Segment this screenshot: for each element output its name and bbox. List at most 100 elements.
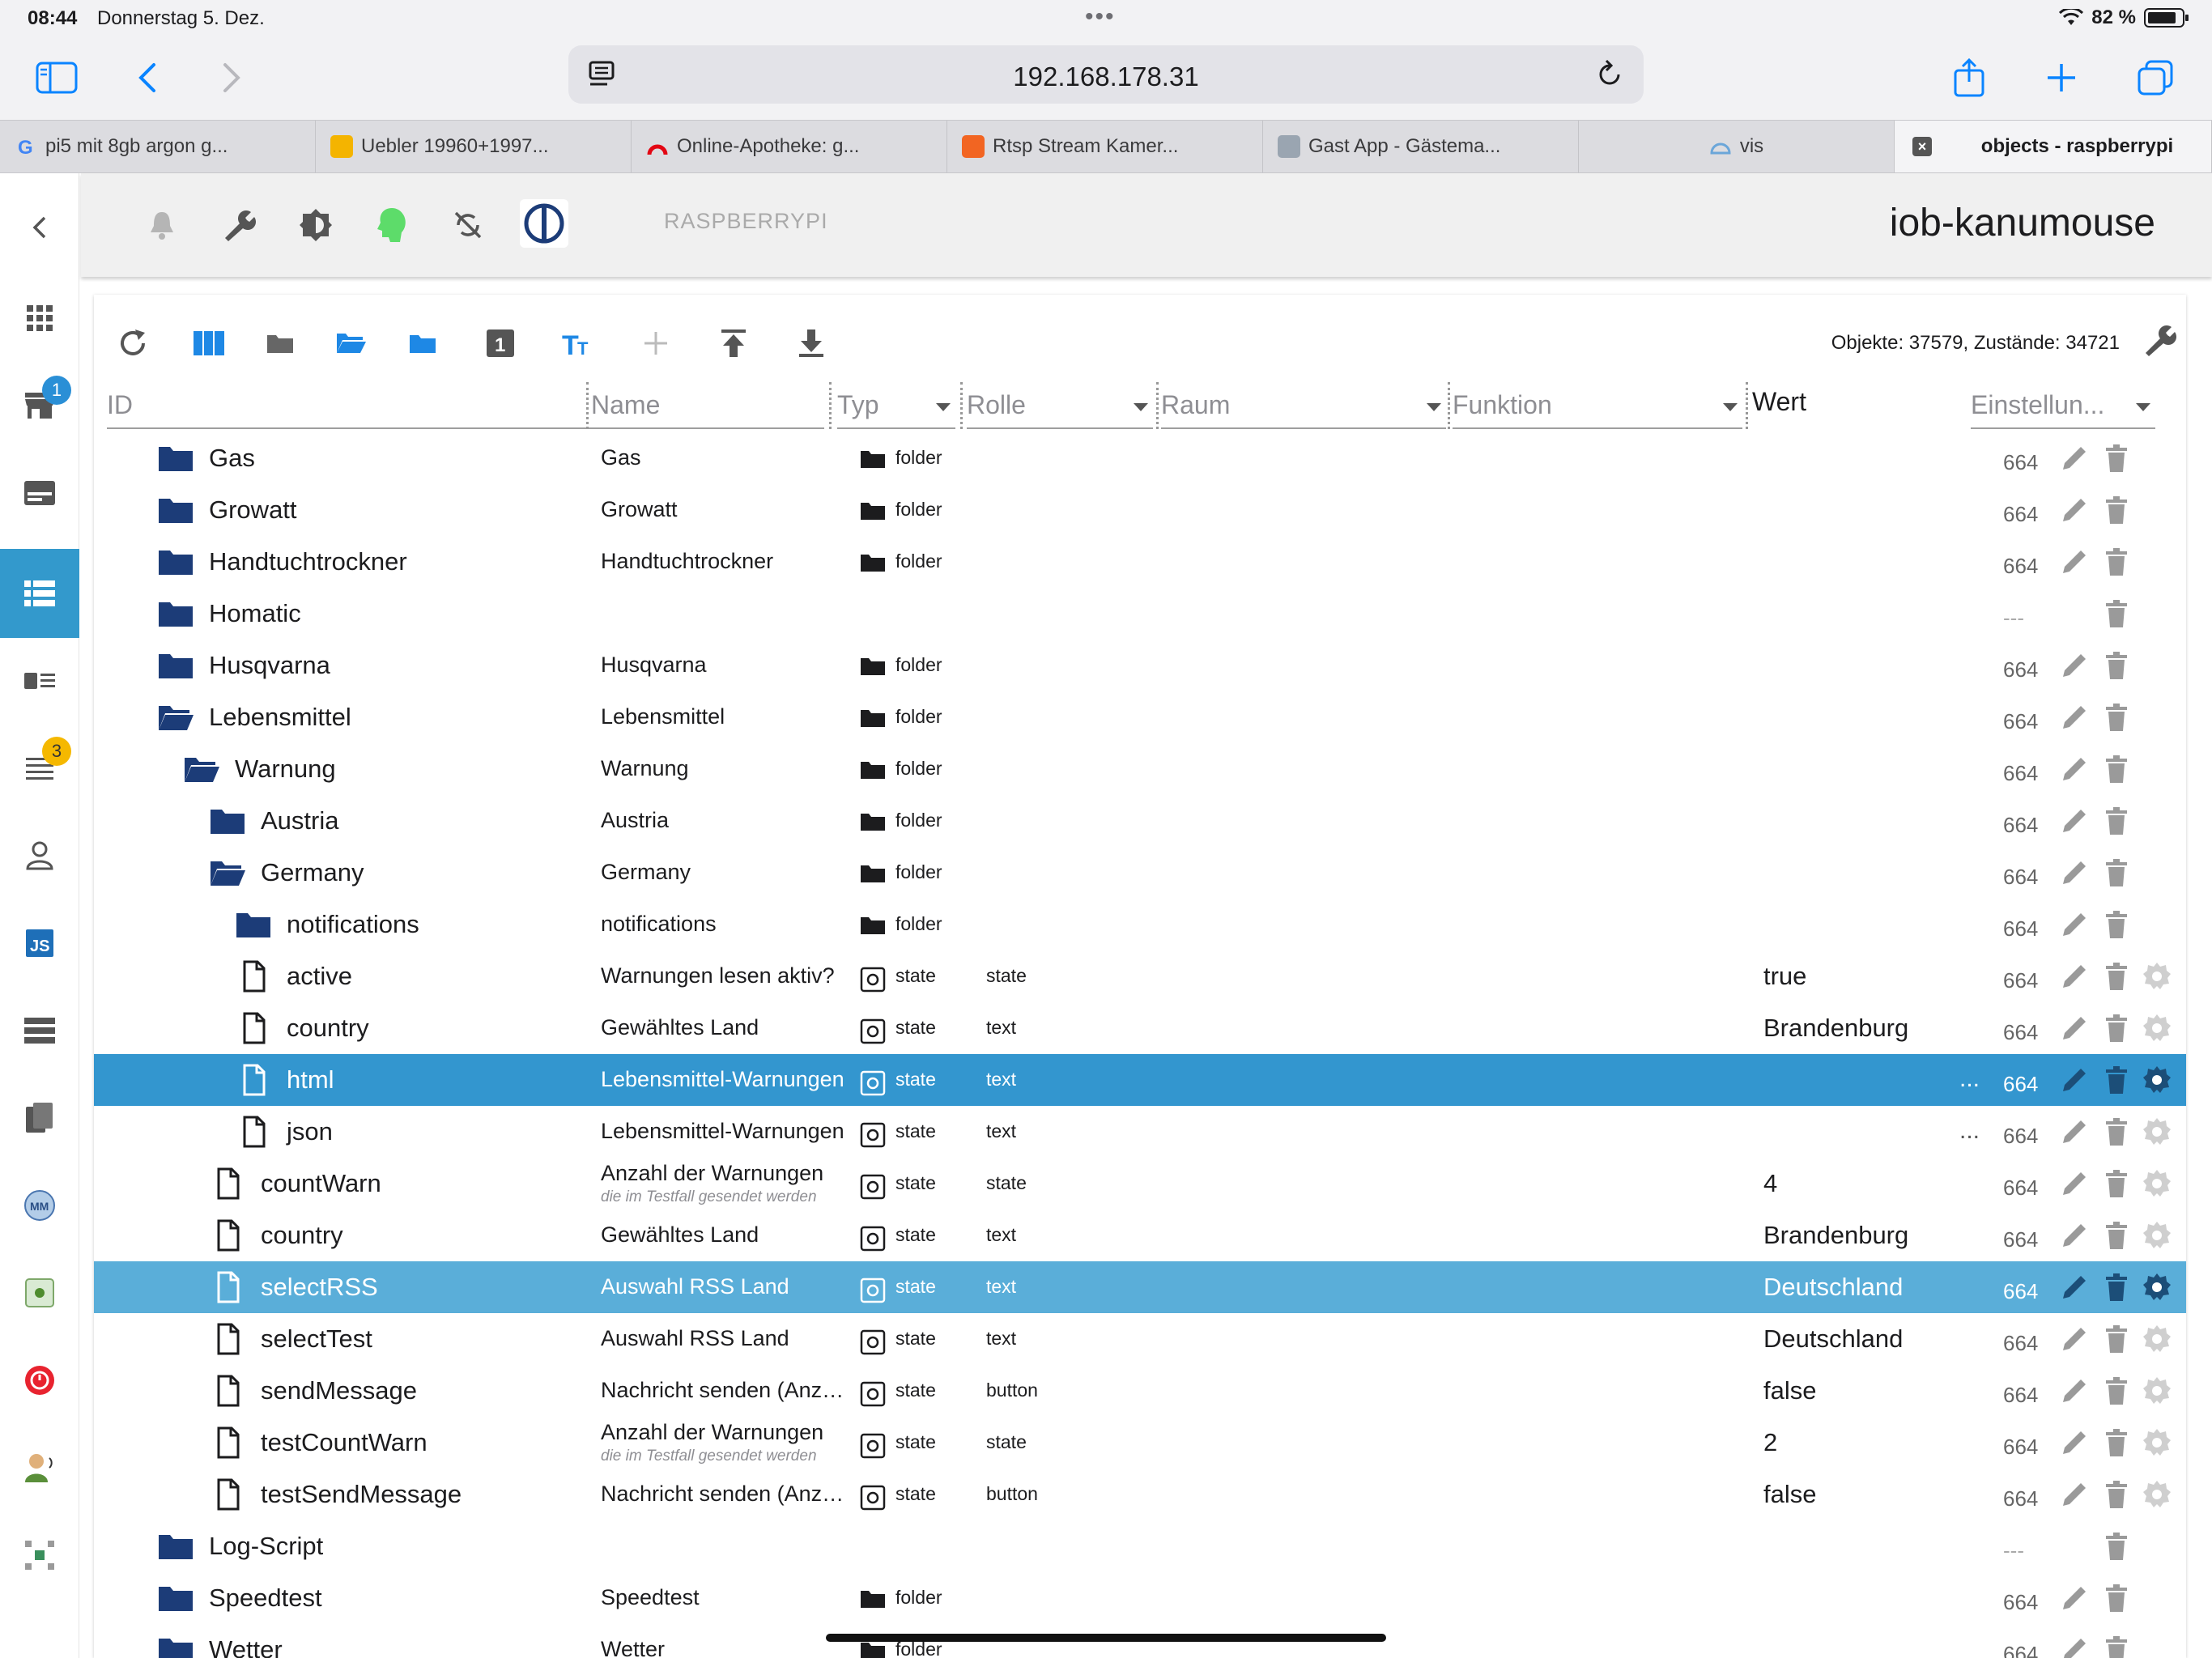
columns-icon[interactable] xyxy=(185,319,233,368)
object-acl[interactable]: 664 xyxy=(2003,1072,2038,1097)
folder-icon[interactable] xyxy=(157,442,194,474)
delete-icon[interactable] xyxy=(2102,651,2131,680)
gear-icon[interactable] xyxy=(2142,1324,2172,1354)
folder-open-icon[interactable] xyxy=(209,857,246,889)
object-acl[interactable]: 664 xyxy=(2003,450,2038,475)
delete-icon[interactable] xyxy=(2102,1428,2131,1457)
object-acl[interactable]: 664 xyxy=(2003,1486,2038,1511)
object-acl[interactable]: 664 xyxy=(2003,1227,2038,1252)
folder-icon[interactable] xyxy=(235,908,272,941)
object-acl[interactable]: 664 xyxy=(2003,1331,2038,1356)
delete-icon[interactable] xyxy=(2102,1014,2131,1043)
object-acl[interactable]: 664 xyxy=(2003,968,2038,993)
address-bar[interactable]: 192.168.178.31 xyxy=(568,45,1644,104)
browser-tab-5[interactable]: Gast App - Gästema... xyxy=(1263,121,1579,172)
gear-icon[interactable] xyxy=(2142,1014,2172,1043)
edit-icon[interactable] xyxy=(2060,1480,2089,1509)
table-row[interactable]: Growatt Growatt folder 664 xyxy=(94,484,2186,536)
sidebar-item-files[interactable] xyxy=(0,1073,79,1163)
object-id[interactable]: Warnung xyxy=(235,755,336,784)
chevron-down-icon[interactable] xyxy=(1723,403,1738,411)
object-id[interactable]: Lebensmittel xyxy=(209,703,351,732)
edit-icon[interactable] xyxy=(2060,495,2089,525)
object-value[interactable]: true xyxy=(1763,962,1806,991)
folder-icon[interactable] xyxy=(157,494,194,526)
sidebar-toggle-icon[interactable] xyxy=(32,53,81,102)
sidebar-item-backup[interactable] xyxy=(0,1336,79,1425)
delete-icon[interactable] xyxy=(2102,755,2131,784)
delete-icon[interactable] xyxy=(2102,1376,2131,1405)
browser-tab-3[interactable]: Online-Apotheke: g... xyxy=(632,121,947,172)
delete-icon[interactable] xyxy=(2102,1635,2131,1658)
column-value[interactable]: Wert xyxy=(1752,376,1898,429)
chevron-down-icon[interactable] xyxy=(1427,403,1441,411)
add-object-icon[interactable] xyxy=(632,319,680,368)
object-acl[interactable]: --- xyxy=(2003,1538,2024,1563)
object-id[interactable]: html xyxy=(287,1065,334,1095)
edit-icon[interactable] xyxy=(2060,858,2089,887)
delete-icon[interactable] xyxy=(2102,1480,2131,1509)
object-id[interactable]: sendMessage xyxy=(261,1376,417,1405)
browser-tab-1[interactable]: G pi5 mit 8gb argon g... xyxy=(0,121,316,172)
depth-level-icon[interactable]: 1 xyxy=(476,319,525,368)
delete-icon[interactable] xyxy=(2102,547,2131,576)
delete-icon[interactable] xyxy=(2102,444,2131,473)
sidebar-item-logs[interactable]: 3 xyxy=(0,724,79,813)
object-acl[interactable]: 664 xyxy=(2003,1590,2038,1615)
column-id[interactable]: ID xyxy=(107,376,593,429)
table-row[interactable]: Germany Germany folder 664 xyxy=(94,847,2186,899)
delete-icon[interactable] xyxy=(2102,1065,2131,1095)
object-acl[interactable]: 664 xyxy=(2003,1642,2038,1658)
browser-tab-active[interactable]: × objects - raspberrypi xyxy=(1895,121,2212,172)
edit-icon[interactable] xyxy=(2060,1065,2089,1095)
table-row[interactable]: Austria Austria folder 664 xyxy=(94,795,2186,847)
gear-icon[interactable] xyxy=(2142,1065,2172,1095)
table-row[interactable]: selectTest Auswahl RSS Land state text Deuts… xyxy=(94,1313,2186,1365)
gear-icon[interactable] xyxy=(2142,1117,2172,1146)
sidebar-item-enums[interactable] xyxy=(0,636,79,725)
column-function[interactable]: Funktion xyxy=(1453,376,1742,429)
column-resizer[interactable] xyxy=(829,382,832,429)
sidebar-item-iot[interactable] xyxy=(0,1248,79,1337)
table-row[interactable]: countWarn Anzahl der Warnungen die im Test… xyxy=(94,1158,2186,1209)
share-icon[interactable] xyxy=(1945,53,1993,102)
object-id[interactable]: Austria xyxy=(261,806,338,835)
edit-icon[interactable] xyxy=(2060,703,2089,732)
sidebar-item-mama[interactable]: MM xyxy=(0,1161,79,1250)
chevron-down-icon[interactable] xyxy=(936,403,951,411)
collapse-sidebar-icon[interactable] xyxy=(0,183,79,272)
object-acl[interactable]: 664 xyxy=(2003,865,2038,890)
collapse-all-icon[interactable] xyxy=(398,319,447,368)
close-tab-icon[interactable]: × xyxy=(1912,137,1932,156)
new-tab-icon[interactable] xyxy=(2037,53,2086,102)
table-row[interactable]: sendMessage Nachricht senden (Anzahl) stat… xyxy=(94,1365,2186,1417)
object-id[interactable]: Growatt xyxy=(209,495,297,525)
object-id[interactable]: Gas xyxy=(209,444,255,473)
object-id[interactable]: selectRSS xyxy=(261,1273,378,1302)
folder-icon[interactable] xyxy=(209,805,246,837)
value-ellipsis[interactable]: ... xyxy=(1959,1117,1980,1145)
object-value[interactable]: 4 xyxy=(1763,1169,1777,1198)
object-id[interactable]: json xyxy=(287,1117,333,1146)
sidebar-item-alexa[interactable] xyxy=(0,1423,79,1512)
browser-tab-2[interactable]: Uebler 19960+1997... xyxy=(316,121,632,172)
edit-icon[interactable] xyxy=(2060,1428,2089,1457)
back-icon[interactable] xyxy=(123,53,172,102)
folder-icon[interactable] xyxy=(157,546,194,578)
object-id[interactable]: Speedtest xyxy=(209,1584,322,1613)
table-row[interactable]: Lebensmittel Lebensmittel folder 664 xyxy=(94,691,2186,743)
table-row[interactable]: Speedtest Speedtest folder 664 xyxy=(94,1572,2186,1624)
table-row[interactable]: testSendMessage Nachricht senden (Anzahl)… xyxy=(94,1469,2186,1520)
edit-icon[interactable] xyxy=(2060,1376,2089,1405)
object-id[interactable]: selectTest xyxy=(261,1324,372,1354)
object-id[interactable]: notifications xyxy=(287,910,419,939)
folder-open-icon[interactable] xyxy=(183,753,220,785)
table-row[interactable]: country Gewähltes Land state text Brandenbur… xyxy=(94,1002,2186,1054)
folder-icon[interactable] xyxy=(157,1634,194,1658)
object-acl[interactable]: 664 xyxy=(2003,813,2038,838)
tabs-overview-icon[interactable] xyxy=(2131,53,2180,102)
download-icon[interactable] xyxy=(787,319,836,368)
edit-icon[interactable] xyxy=(2060,1584,2089,1613)
object-id[interactable]: countWarn xyxy=(261,1169,381,1198)
object-value[interactable]: Deutschland xyxy=(1763,1324,1903,1354)
